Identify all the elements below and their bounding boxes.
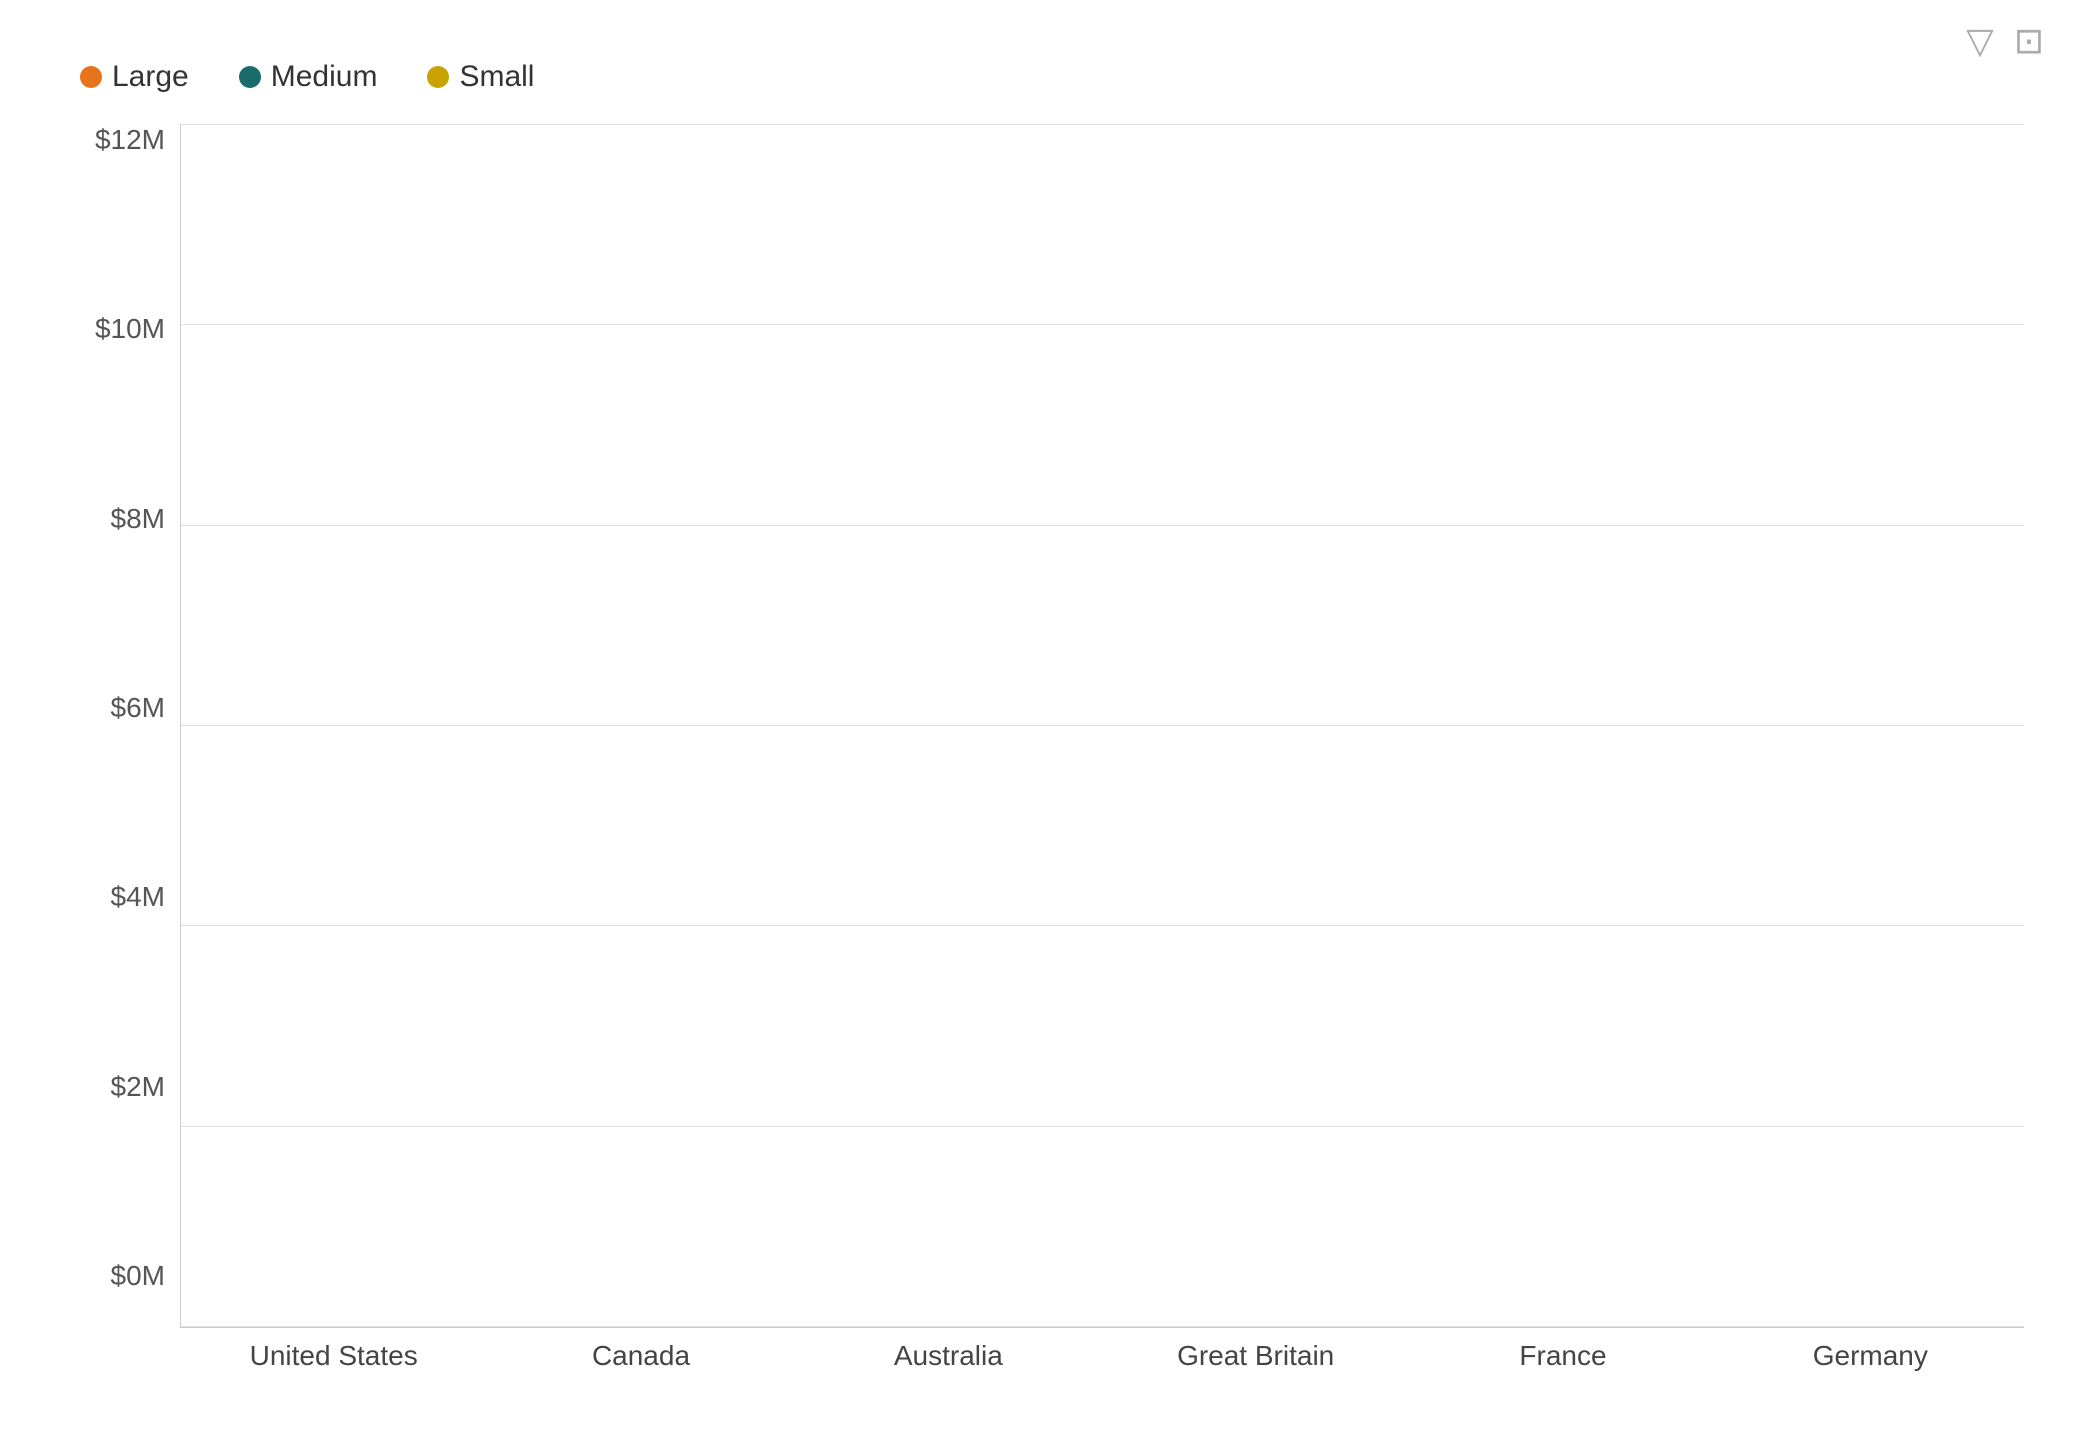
legend-item-large: Large bbox=[80, 60, 189, 94]
grid-line bbox=[181, 525, 2024, 526]
grid-line bbox=[181, 725, 2024, 726]
y-axis-label: $2M bbox=[80, 1071, 180, 1103]
x-label-united-states: United States bbox=[180, 1340, 487, 1372]
legend-label-medium: Medium bbox=[271, 60, 378, 94]
legend-dot-medium bbox=[239, 66, 261, 88]
legend-item-medium: Medium bbox=[239, 60, 378, 94]
y-axis: $0M $2M $4M $6M $8M $10M $12M bbox=[80, 124, 180, 1372]
y-axis-label: $4M bbox=[80, 881, 180, 913]
x-label-france: France bbox=[1409, 1340, 1716, 1372]
x-label-great-britain: Great Britain bbox=[1102, 1340, 1409, 1372]
bars-area bbox=[180, 124, 2024, 1328]
legend-item-small: Small bbox=[427, 60, 534, 94]
legend-label-large: Large bbox=[112, 60, 189, 94]
grid-line bbox=[181, 124, 2024, 125]
legend-label-small: Small bbox=[459, 60, 534, 94]
x-label-germany: Germany bbox=[1717, 1340, 2024, 1372]
expand-icon[interactable]: ⊡ bbox=[2014, 20, 2044, 62]
x-labels: United StatesCanadaAustraliaGreat Britai… bbox=[180, 1340, 2024, 1372]
y-axis-label: $10M bbox=[80, 313, 180, 345]
y-axis-label: $8M bbox=[80, 503, 180, 535]
plot-area: United StatesCanadaAustraliaGreat Britai… bbox=[180, 124, 2024, 1372]
grid-line bbox=[181, 1326, 2024, 1327]
chart-area: $0M $2M $4M $6M $8M $10M $12M United StatesCan… bbox=[80, 124, 2024, 1372]
filter-icon[interactable]: ▽ bbox=[1966, 20, 1994, 62]
filter-icon-area: ▽ ⊡ bbox=[1966, 20, 2044, 62]
grid-line bbox=[181, 925, 2024, 926]
y-axis-label: $12M bbox=[80, 124, 180, 156]
legend: Large Medium Small bbox=[80, 60, 2024, 94]
grid-line bbox=[181, 1126, 2024, 1127]
grid-line bbox=[181, 324, 2024, 325]
legend-dot-small bbox=[427, 66, 449, 88]
chart-container: Large Medium Small $0M $2M $4M $6M $8M $10M $12M… bbox=[0, 0, 2084, 1452]
x-label-canada: Canada bbox=[487, 1340, 794, 1372]
grid-lines bbox=[181, 124, 2024, 1327]
legend-dot-large bbox=[80, 66, 102, 88]
y-axis-label: $0M bbox=[80, 1260, 180, 1292]
y-axis-label: $6M bbox=[80, 692, 180, 724]
x-label-australia: Australia bbox=[795, 1340, 1102, 1372]
